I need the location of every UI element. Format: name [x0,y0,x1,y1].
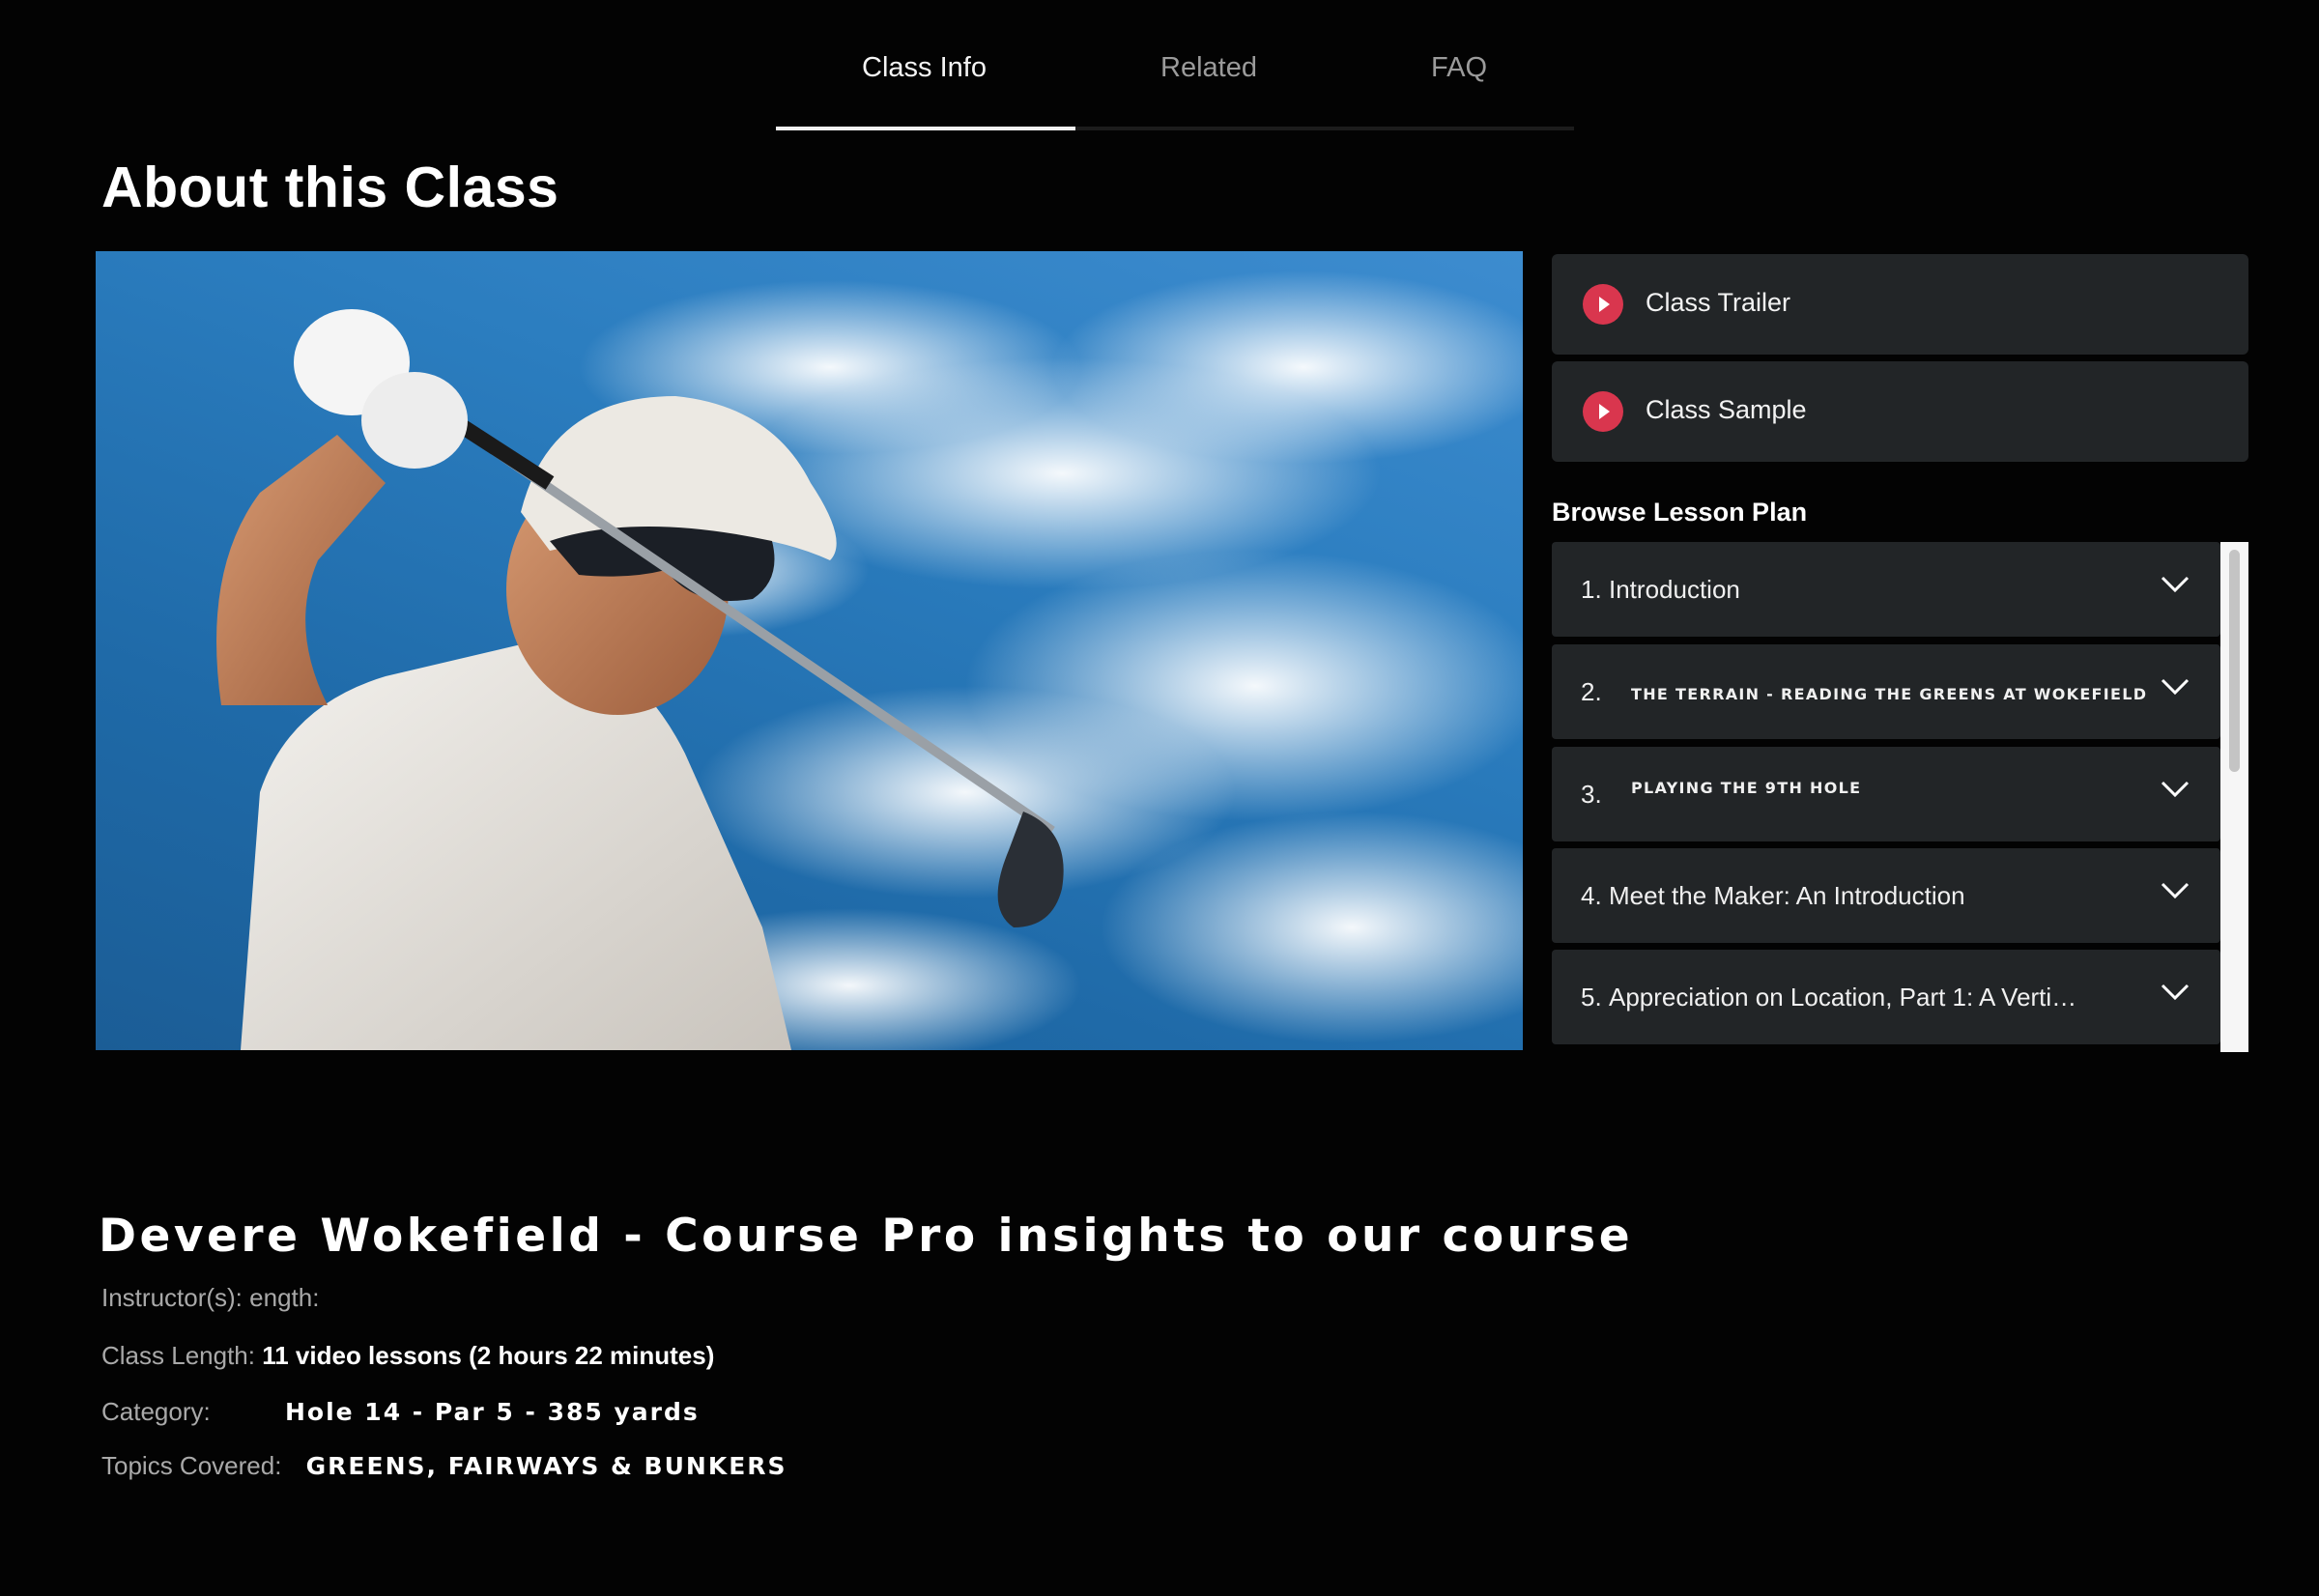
lesson-number: 5. [1581,983,1602,1012]
topics-label: Topics Covered: [101,1451,282,1480]
lesson-number: 1. [1581,575,1602,604]
class-sample-label: Class Sample [1646,395,1807,424]
chevron-down-icon [2161,983,2190,1001]
chevron-down-icon [2161,576,2190,593]
class-info-page: Class Info Related FAQ About this Class [0,0,2319,1596]
page-title: About this Class [101,156,559,219]
lesson-number: 2. [1581,677,1602,706]
tab-related[interactable]: Related [1160,52,1257,84]
class-trailer-button[interactable]: Class Trailer [1552,254,2248,355]
lesson-number: 4. [1581,881,1602,910]
lesson-list-scrollbar[interactable] [2220,542,2248,1052]
class-length-label: Class Length: [101,1341,255,1370]
class-hero-image [96,251,1523,1050]
instructor-label: Instructor(s): [101,1283,243,1312]
lesson-item[interactable]: 2. THE TERRAIN - READING THE GREENS AT W… [1552,644,2220,739]
tab-class-info[interactable]: Class Info [862,52,987,84]
class-length-value: 11 video lessons (2 hours 22 minutes) [262,1341,715,1370]
lesson-number: 3. [1581,780,1602,809]
category-value: Hole 14 - Par 5 - 385 yards [284,1398,700,1426]
lesson-title: Meet the Maker: An Introduction [1609,881,1965,910]
lesson-item[interactable]: 5. Appreciation on Location, Part 1: A V… [1552,950,2220,1044]
lesson-item[interactable]: 1. Introduction [1552,542,2220,637]
tab-faq[interactable]: FAQ [1431,52,1487,84]
chevron-down-icon [2161,781,2190,798]
play-icon [1583,284,1623,325]
class-trailer-label: Class Trailer [1646,288,1791,317]
chevron-down-icon [2161,678,2190,696]
class-length-row: Class Length: 11 video lessons (2 hours … [101,1341,714,1371]
lesson-plan-heading: Browse Lesson Plan [1552,498,1808,527]
topics-row: Topics Covered: GREENS, FAIRWAYS & BUNKE… [101,1451,787,1481]
lesson-title: Introduction [1609,575,1740,604]
tab-bar: Class Info Related FAQ [776,0,1574,130]
lesson-item[interactable]: 3. PLAYING THE 9TH HOLE [1552,747,2220,841]
lesson-item[interactable]: 4. Meet the Maker: An Introduction [1552,848,2220,943]
lesson-title: THE TERRAIN - READING THE GREENS AT WOKE… [1631,685,2148,703]
scrollbar-thumb[interactable] [2229,550,2240,772]
active-tab-indicator [776,127,1075,130]
instructor-value: ength: [249,1283,320,1312]
lesson-title: PLAYING THE 9TH HOLE [1631,779,1862,797]
category-row: Category: Hole 14 - Par 5 - 385 yards [101,1397,700,1427]
category-label: Category: [101,1397,211,1426]
class-sample-button[interactable]: Class Sample [1552,361,2248,462]
golfer-swing-photo-icon [216,271,1523,1050]
play-icon [1583,391,1623,432]
lesson-plan-list[interactable]: 1. Introduction 2. THE TERRAIN - READING… [1552,542,2248,1052]
chevron-down-icon [2161,882,2190,899]
topics-value: GREENS, FAIRWAYS & BUNKERS [305,1452,787,1480]
lesson-title: Appreciation on Location, Part 1: A Vert… [1609,983,2077,1012]
instructor-row: Instructor(s): ength: [101,1283,319,1313]
course-title: Devere Wokefield - Course Pro insights t… [99,1210,1634,1263]
